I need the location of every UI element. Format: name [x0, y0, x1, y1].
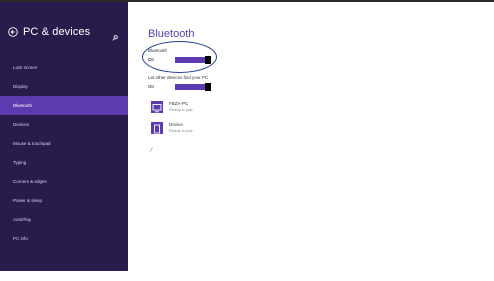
sidebar-item-corners-edges[interactable]: Corners & edges	[0, 172, 128, 191]
discoverable-setting: Let other devices find your PC On	[148, 75, 211, 91]
discoverable-state: On	[148, 84, 155, 89]
sidebar-item-lock-screen[interactable]: Lock screen	[0, 58, 128, 77]
sidebar-item-display[interactable]: Display	[0, 77, 128, 96]
main-content: Bluetooth Bluetooth On Let other devices…	[148, 2, 494, 271]
device-name: FBZA-PC	[169, 101, 189, 106]
sidebar-item-autoplay[interactable]: AutoPlay	[0, 210, 128, 229]
device-status: Ready to pair	[169, 107, 193, 112]
device-status: Ready to pair	[169, 128, 193, 133]
sidebar-title: PC & devices	[23, 26, 91, 38]
search-icon[interactable]	[112, 28, 118, 46]
loading-indicator-icon: ⁄	[151, 148, 153, 154]
sidebar-item-mouse-touchpad[interactable]: Mouse & touchpad	[0, 134, 128, 153]
sidebar-nav: Lock screen Display Bluetooth Devices Mo…	[0, 58, 128, 248]
device-name: Device	[169, 122, 183, 127]
back-arrow-icon[interactable]	[8, 27, 18, 37]
sidebar-item-typing[interactable]: Typing	[0, 153, 128, 172]
computer-icon	[151, 101, 163, 113]
sidebar-item-pc-info[interactable]: PC info	[0, 229, 128, 248]
tablet-icon	[151, 122, 163, 134]
page-title: Bluetooth	[148, 28, 195, 40]
device-text: Device Ready to pair	[169, 122, 193, 133]
sidebar-item-bluetooth[interactable]: Bluetooth	[0, 96, 128, 115]
device-text: FBZA-PC Ready to pair	[169, 101, 193, 112]
sidebar: PC & devices Lock screen Display Bluetoo…	[0, 2, 128, 271]
discoverable-toggle[interactable]	[175, 83, 211, 91]
sidebar-header: PC & devices	[8, 26, 90, 38]
highlight-circle	[142, 41, 217, 73]
discoverable-label: Let other devices find your PC	[148, 75, 209, 80]
toggle-thumb[interactable]	[205, 83, 211, 91]
device-item[interactable]: Device Ready to pair	[151, 122, 193, 134]
sidebar-item-power-sleep[interactable]: Power & sleep	[0, 191, 128, 210]
sidebar-item-devices[interactable]: Devices	[0, 115, 128, 134]
settings-window: PC & devices Lock screen Display Bluetoo…	[0, 0, 494, 271]
device-item[interactable]: FBZA-PC Ready to pair	[151, 101, 193, 113]
